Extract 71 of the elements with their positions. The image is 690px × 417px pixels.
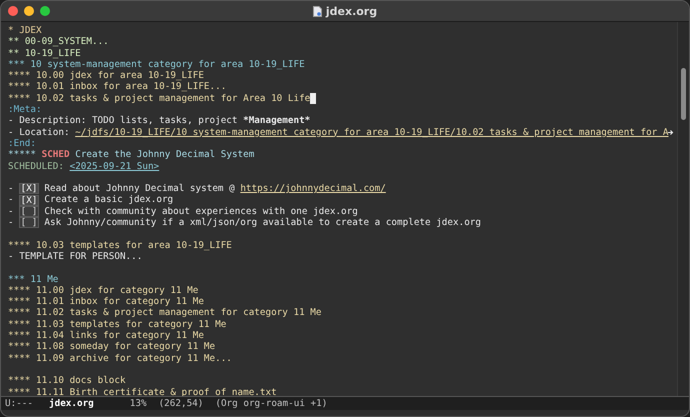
heading-stars: **** (8, 375, 30, 386)
heading-stars: *** (8, 58, 25, 70)
heading-title[interactable]: 10.03 templates for area 10-19_LIFE (36, 240, 232, 251)
heading-title[interactable]: 11.00 jdex for category 11 Me (36, 284, 198, 296)
heading-title[interactable]: 00-09_SYSTEM... (24, 36, 109, 48)
heading-title[interactable]: 11.10 docs block (36, 375, 126, 386)
heading-title[interactable]: JDEX (19, 25, 42, 36)
heading-title[interactable]: 10.01 inbox for area 10-19_LIFE... (36, 81, 226, 93)
checkbox[interactable]: [ ] (18, 206, 40, 217)
heading-title[interactable]: 10.02 tasks & project management for Area 10 Life (36, 92, 310, 104)
checklist-text: Read about Johnny Decimal system @ https://johnnydecimal.com/ (44, 183, 386, 194)
heading-title[interactable]: 11.03 templates for category 11 Me (36, 318, 226, 330)
scroll-thumb[interactable] (681, 68, 686, 120)
list-bullet: - (8, 217, 14, 228)
checklist-text: Create a basic jdex.org (44, 194, 174, 206)
drawer-marker: :Meta: (8, 104, 42, 116)
document-icon (312, 6, 322, 16)
window-title: jdex.org (326, 4, 378, 18)
minimize-button[interactable] (24, 6, 34, 16)
heading-stars: ***** (8, 149, 36, 161)
heading-stars: **** (8, 284, 30, 296)
heading-title[interactable]: 10.00 jdex for area 10-19_LIFE (36, 70, 204, 82)
heading-stars: **** (8, 330, 30, 342)
web-link[interactable]: https://johnnydecimal.com/ (240, 183, 386, 194)
buffer-state: U:--- (5, 398, 33, 409)
checklist-text: Check with community about experiences with one jdex.org (44, 206, 358, 218)
heading-title[interactable]: 11.09 archive for category 11 Me... (36, 352, 232, 364)
list-bullet: - (8, 183, 14, 194)
heading-stars: ** (8, 36, 20, 48)
checkbox[interactable]: [ ] (18, 217, 40, 228)
heading-stars: **** (8, 386, 30, 396)
heading-title[interactable]: 11.08 someday for category 11 Me (36, 341, 216, 353)
heading-stars: **** (8, 240, 30, 251)
scrollbar[interactable] (677, 22, 689, 396)
list-item: - TEMPLATE FOR PERSON... (8, 250, 142, 262)
property-label: - Location: (8, 126, 71, 138)
heading-title[interactable]: 11 Me (30, 274, 58, 285)
heading-stars: **** (8, 81, 30, 93)
list-bullet: - (8, 194, 14, 206)
checkbox[interactable]: [X] (18, 194, 40, 206)
heading-title[interactable]: 11.04 links for category 11 Me (36, 330, 204, 342)
drawer-marker: :End: (8, 138, 36, 150)
heading-stars: **** (8, 70, 30, 82)
heading-stars: **** (8, 307, 30, 319)
checklist-text: Ask Johnny/community if a xml/json/org available to create a complete jdex.org (44, 217, 481, 228)
list-bullet: - (8, 206, 14, 218)
heading-stars: **** (8, 296, 30, 308)
heading-stars: **** (8, 352, 30, 364)
heading-stars: **** (8, 92, 30, 104)
todo-keyword: SCHED (42, 149, 70, 161)
list-item: - Description: TODO lists, tasks, project *Management* (8, 115, 310, 127)
heading-title[interactable]: Create the Johnny Decimal System (75, 149, 254, 161)
heading-title[interactable]: 10-19_LIFE (24, 48, 81, 59)
heading-stars: **** (8, 341, 30, 353)
file-link[interactable]: ~/jdfs/10-19_LIFE/10 system-management category for area 10-19_LIFE/10.02 tasks & project management for A (75, 126, 668, 138)
timestamp-link[interactable]: <2025-09-21 Sun> (70, 160, 160, 172)
checkbox[interactable]: [X] (18, 183, 40, 194)
scheduled-label: SCHEDULED: (8, 160, 64, 172)
zoom-button[interactable] (40, 6, 50, 16)
heading-title[interactable]: 11.02 tasks & project management for category 11 Me (36, 307, 322, 319)
close-button[interactable] (8, 6, 18, 16)
heading-title[interactable]: 11.01 inbox for category 11 Me (36, 296, 204, 308)
cursor-position: (262,54) (158, 398, 204, 409)
heading-stars: * (8, 25, 14, 36)
heading-title[interactable]: 10 system-management category for area 10-19_LIFE (30, 58, 305, 70)
heading-stars: ** (8, 48, 20, 59)
buffer-name: jdex.org (49, 398, 94, 409)
heading-stars: **** (8, 318, 30, 330)
heading-stars: *** (8, 274, 25, 285)
major-mode: (Org org-roam-ui +1) (215, 398, 328, 409)
scroll-position: 13% (130, 398, 147, 409)
